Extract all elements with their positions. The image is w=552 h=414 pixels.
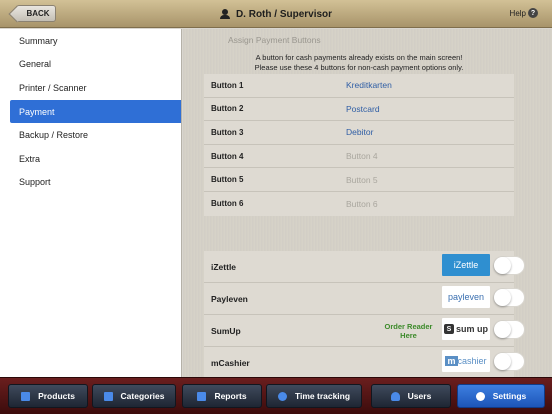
izettle-logo: iZettle (442, 254, 490, 276)
provider-label: SumUp (211, 326, 241, 336)
table-row[interactable]: Button 1 Kreditkarten (204, 74, 514, 98)
sidebar-item-backup-restore[interactable]: Backup / Restore (0, 123, 181, 147)
provider-row-izettle: iZettle iZettle (204, 251, 525, 283)
payment-settings-panel: Assign Payment Buttons A button for cash… (183, 29, 552, 377)
order-link-line-2: Here (400, 331, 417, 340)
order-reader-link[interactable]: Order Reader Here (381, 322, 436, 340)
mcashier-mark: m (445, 355, 458, 366)
order-link-line-1: Order Reader (384, 322, 433, 331)
tab-label: Users (407, 391, 432, 401)
tab-users[interactable]: Users (371, 384, 451, 408)
izettle-toggle[interactable] (493, 256, 525, 275)
tab-label: Time tracking (294, 391, 351, 401)
button-label: Button 2 (211, 104, 244, 114)
top-bar: BACK D. Roth / Supervisor Help ? (0, 0, 552, 28)
button-label: Button 3 (211, 127, 244, 137)
button-value-placeholder[interactable]: Button 4 (346, 151, 378, 161)
box-icon (21, 391, 31, 401)
mcashier-toggle[interactable] (493, 352, 525, 371)
button-value-placeholder[interactable]: Button 5 (346, 175, 378, 185)
tab-reports[interactable]: Reports (182, 384, 262, 408)
sumup-mark-icon: S (443, 324, 454, 334)
provider-row-mcashier: mCashier m cashier (204, 347, 525, 377)
provider-label: mCashier (211, 358, 250, 368)
sidebar-item-printer-scanner[interactable]: Printer / Scanner (0, 76, 181, 100)
table-row[interactable]: Button 5 Button 5 (204, 168, 514, 192)
table-row[interactable]: Button 4 Button 4 (204, 145, 514, 169)
button-value[interactable]: Debitor (346, 127, 373, 137)
clock-icon (277, 391, 287, 401)
table-row[interactable]: Button 6 Button 6 (204, 192, 514, 216)
sidebar-item-support[interactable]: Support (0, 171, 181, 195)
settings-sidebar: Summary General Printer / Scanner Paymen… (0, 29, 182, 377)
bar-chart-icon (197, 391, 207, 401)
provider-label: iZettle (211, 262, 237, 272)
bottom-tab-bar: Products Categories Reports Time trackin… (0, 377, 552, 414)
tab-time-tracking[interactable]: Time tracking (266, 384, 362, 408)
provider-label: Payleven (211, 294, 248, 304)
payleven-logo: payleven (442, 286, 490, 308)
tab-label: Settings (492, 391, 527, 401)
tab-settings[interactable]: Settings (457, 384, 545, 408)
button-value[interactable]: Postcard (346, 104, 380, 114)
payment-providers-table: iZettle iZettle Payleven payleven SumUp … (204, 251, 525, 377)
gear-icon (475, 391, 485, 401)
info-line-1: A button for cash payments already exist… (255, 53, 463, 62)
payment-buttons-table: Button 1 Kreditkarten Button 2 Postcard … (204, 74, 514, 216)
sidebar-item-payment[interactable]: Payment (10, 99, 181, 124)
provider-row-payleven: Payleven payleven (204, 283, 525, 315)
sumup-logo: S sum up (442, 318, 490, 340)
section-title: Assign Payment Buttons (228, 35, 321, 45)
sidebar-item-general[interactable]: General (0, 53, 181, 77)
sumup-logo-text: sum up (455, 324, 488, 334)
help-icon: ? (528, 8, 538, 18)
payleven-toggle[interactable] (493, 288, 525, 307)
tab-categories[interactable]: Categories (92, 384, 176, 408)
help-label: Help (509, 8, 526, 18)
tab-label: Categories (120, 391, 165, 401)
provider-row-sumup: SumUp Order Reader Here S sum up (204, 315, 525, 347)
user-icon (390, 391, 400, 401)
mcashier-logo-text: cashier (457, 355, 487, 366)
tab-label: Reports (214, 391, 247, 401)
mcashier-logo: m cashier (442, 350, 490, 372)
button-value-placeholder[interactable]: Button 6 (346, 199, 378, 209)
table-row[interactable]: Button 3 Debitor (204, 121, 514, 145)
user-icon (219, 9, 230, 19)
sidebar-item-summary[interactable]: Summary (0, 29, 181, 53)
sidebar-item-extra[interactable]: Extra (0, 147, 181, 171)
page-title: D. Roth / Supervisor (0, 0, 552, 28)
help-button[interactable]: Help ? (510, 8, 538, 18)
button-value[interactable]: Kreditkarten (346, 80, 392, 90)
info-line-2: Please use these 4 buttons for non-cash … (254, 62, 464, 72)
tab-label: Products (38, 391, 75, 401)
button-label: Button 4 (211, 151, 244, 161)
info-text: A button for cash payments already exist… (204, 53, 514, 72)
sumup-toggle[interactable] (493, 320, 525, 339)
user-name: D. Roth / Supervisor (235, 8, 333, 20)
tab-products[interactable]: Products (8, 384, 88, 408)
button-label: Button 5 (211, 175, 244, 185)
list-icon (103, 391, 113, 401)
table-row[interactable]: Button 2 Postcard (204, 98, 514, 122)
button-label: Button 6 (211, 199, 244, 209)
button-label: Button 1 (211, 80, 244, 90)
